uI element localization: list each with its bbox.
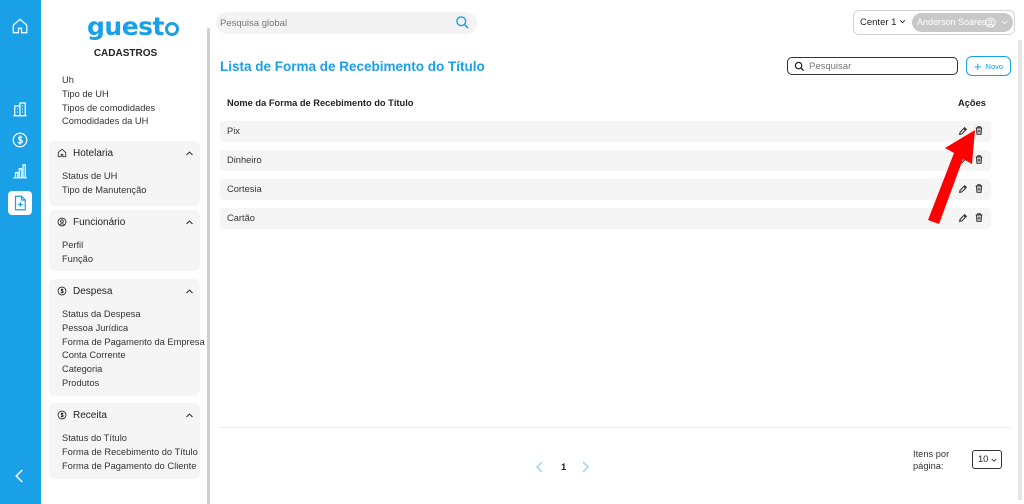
sidebar-item-status-da-despesa[interactable]: Status da Despesa (62, 308, 200, 322)
home-icon (57, 148, 67, 158)
search-icon[interactable] (455, 15, 470, 30)
user-circle-icon (57, 217, 67, 227)
sidebar-group-header-hotelaria[interactable]: Hotelaria (49, 141, 200, 165)
sidebar-item-comodidades-da-uh[interactable]: Comodidades da UH (62, 115, 155, 129)
dollar-icon[interactable] (8, 128, 32, 152)
sidebar-group-hotelaria: Hotelaria Status de UH Tipo de Manutençã… (49, 141, 200, 206)
chevron-up-icon[interactable] (185, 149, 194, 158)
sidebar-item-pessoa-juridica[interactable]: Pessoa Jurídica (62, 322, 200, 336)
chevron-up-icon[interactable] (185, 287, 194, 296)
bar-chart-icon[interactable] (8, 159, 32, 183)
sidebar-group-header-despesa[interactable]: Despesa (49, 279, 200, 303)
items-per-page-select[interactable]: 10 (972, 450, 1002, 469)
logo: guest (87, 12, 179, 41)
sidebar-item-uh[interactable]: Uh (62, 74, 155, 88)
user-menu[interactable]: Anderson Soares (912, 13, 1013, 32)
chevron-right-icon[interactable] (580, 460, 590, 474)
page-title: Lista de Forma de Recebimento do Título (220, 59, 485, 74)
table-row[interactable]: Cortesia (220, 179, 991, 200)
search-icon (794, 61, 805, 72)
sidebar-top-list: Uh Tipo de UH Tipos de comodidades Comod… (49, 74, 155, 129)
sidebar-item-forma-de-recebimento-do-titulo[interactable]: Forma de Recebimento do Título (62, 446, 200, 460)
center-select-value: Center 1 (860, 17, 897, 28)
table-row[interactable]: Cartão (220, 208, 991, 229)
row-name: Cartão (227, 213, 255, 223)
sidebar-item-status-do-titulo[interactable]: Status do Título (62, 432, 200, 446)
global-search (216, 12, 477, 34)
sidebar-group-funcionario: Funcionário Perfil Função (49, 210, 200, 271)
current-page[interactable]: 1 (561, 462, 566, 473)
sidebar-item-tipo-de-manutencao[interactable]: Tipo de Manutenção (62, 184, 200, 198)
sidebar-group-header-receita[interactable]: Receita (49, 403, 200, 427)
chevron-down-icon (900, 20, 906, 24)
sidebar-item-conta-corrente[interactable]: Conta Corrente (62, 349, 200, 363)
row-name: Pix (227, 126, 240, 136)
sidebar-group-receita: Receita Status do Título Forma de Recebi… (49, 403, 200, 479)
sidebar-item-funcao[interactable]: Função (62, 253, 200, 267)
new-button[interactable]: + Novo (966, 56, 1011, 76)
new-button-label: Novo (985, 61, 1004, 71)
sidebar-item-tipo-de-uh[interactable]: Tipo de UH (62, 88, 155, 102)
sidebar-group-title: Hotelaria (73, 147, 114, 159)
items-per-page-label: Itens por página: (913, 449, 950, 471)
sidebar-group-title: Funcionário (73, 216, 126, 228)
table-row[interactable]: Pix (220, 121, 991, 142)
sidebar-scrollbar[interactable] (207, 28, 210, 504)
user-name: Anderson Soares (917, 17, 987, 27)
items-per-page-value: 10 (978, 454, 989, 464)
search-input[interactable] (809, 58, 949, 74)
chevron-up-icon[interactable] (185, 411, 194, 420)
sidebar-group-header-funcionario[interactable]: Funcionário (49, 210, 200, 234)
pagination: 1 (535, 460, 590, 474)
sidebar-item-status-de-uh[interactable]: Status de UH (62, 170, 200, 184)
main-scrollbar[interactable] (1018, 40, 1022, 500)
global-search-input[interactable] (216, 12, 436, 34)
row-name: Cortesia (227, 184, 262, 194)
sidebar-item-perfil[interactable]: Perfil (62, 239, 200, 253)
sidebar-item-forma-de-pagamento-da-empresa[interactable]: Forma de Pagamento da Empresa (62, 336, 205, 350)
chevron-left-icon[interactable] (535, 460, 545, 474)
sidebar-group-title: Despesa (73, 285, 113, 297)
sidebar-item-categoria[interactable]: Categoria (62, 363, 200, 377)
dollar-circle-icon (57, 286, 67, 296)
user-box: Center 1 Anderson Soares (853, 10, 1015, 35)
left-rail (0, 0, 41, 504)
building-icon[interactable] (8, 97, 32, 121)
sidebar-section-title: CADASTROS (93, 48, 158, 59)
home-icon[interactable] (8, 14, 32, 38)
row-name: Dinheiro (227, 155, 262, 165)
footer-divider (220, 427, 1011, 428)
table-row[interactable]: Dinheiro (220, 150, 991, 171)
sidebar: guest CADASTROS Uh Tipo de UH Tipos de c… (41, 0, 210, 504)
dollar-circle-icon (57, 410, 67, 420)
document-add-icon[interactable] (8, 191, 32, 215)
search-box (787, 57, 958, 75)
plus-icon: + (973, 58, 982, 74)
annotation-arrow (928, 130, 975, 224)
chevron-down-icon (1001, 21, 1008, 25)
center-select[interactable]: Center 1 (860, 17, 906, 28)
chevron-up-icon[interactable] (185, 218, 194, 227)
column-header-name: Nome da Forma de Recebimento do Título (227, 98, 414, 108)
sidebar-item-produtos[interactable]: Produtos (62, 377, 200, 391)
chevron-left-icon[interactable] (8, 464, 32, 488)
sidebar-group-title: Receita (73, 409, 107, 421)
sidebar-item-tipos-de-comodidades[interactable]: Tipos de comodidades (62, 102, 155, 116)
sidebar-item-forma-de-pagamento-do-cliente[interactable]: Forma de Pagamento do Cliente (62, 460, 200, 474)
user-circle-icon (985, 17, 996, 28)
sidebar-group-despesa: Despesa Status da Despesa Pessoa Jurídic… (49, 279, 205, 396)
chevron-down-icon (991, 458, 997, 462)
logo-mark-icon (164, 22, 179, 36)
column-header-actions: Ações (958, 98, 986, 108)
